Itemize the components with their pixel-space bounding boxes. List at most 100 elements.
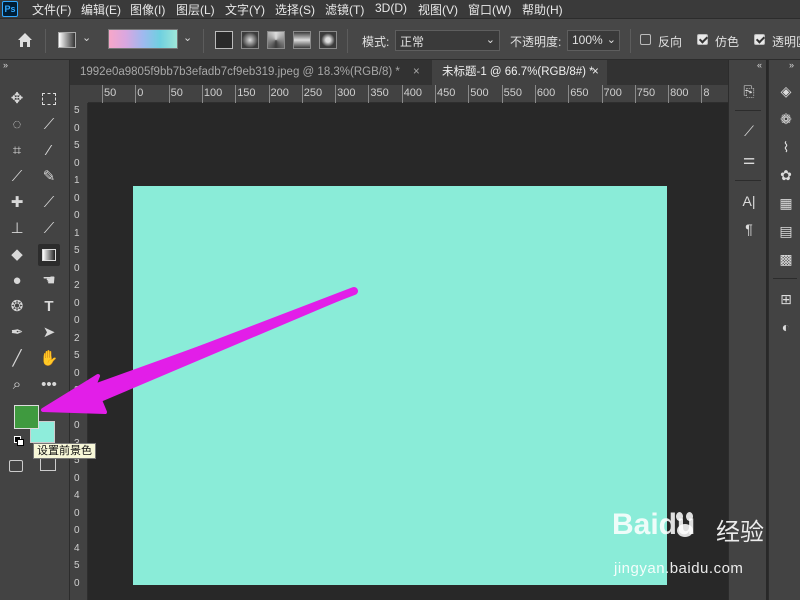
color-icon[interactable]: ❁: [774, 108, 798, 130]
layers-icon[interactable]: ◈: [774, 80, 798, 102]
more-icon[interactable]: •••: [38, 374, 60, 396]
pen-icon[interactable]: ✒: [6, 322, 28, 344]
menu-view[interactable]: 视图(V): [418, 1, 458, 18]
zoom-icon[interactable]: ⌕: [6, 374, 28, 396]
blur-icon[interactable]: ●: [6, 270, 28, 292]
ruler-tick-label: 8: [703, 87, 710, 99]
ruler-tick: [701, 85, 703, 103]
menu-3d[interactable]: 3D(D): [375, 1, 407, 15]
gradient-icon[interactable]: [38, 244, 60, 266]
separator: [735, 180, 761, 181]
menu-window[interactable]: 窗口(W): [468, 1, 511, 18]
default-colors-icon[interactable]: [14, 436, 24, 446]
collapse-icon[interactable]: »: [3, 60, 8, 70]
path-select-icon[interactable]: ➤: [38, 322, 60, 344]
menu-filter[interactable]: 滤镜(T): [325, 1, 364, 18]
adjustments-icon[interactable]: ⚌: [737, 148, 761, 170]
transparency-checkbox[interactable]: [754, 34, 765, 45]
linear-gradient-button[interactable]: [215, 31, 233, 49]
angle-gradient-button[interactable]: [267, 31, 285, 49]
menu-help[interactable]: 帮助(H): [522, 1, 563, 18]
menu-edit[interactable]: 编辑(E): [81, 1, 121, 18]
tab-untitled-document[interactable]: 未标题-1 @ 66.7%(RGB/8#) * ×: [432, 60, 607, 85]
dither-checkbox[interactable]: [697, 34, 708, 45]
chevron-down-icon[interactable]: ⌄: [183, 31, 192, 44]
collapse-icon[interactable]: »: [789, 60, 794, 70]
ruler-tick: [335, 85, 337, 103]
brush-icon[interactable]: ⟋: [6, 166, 28, 188]
paragraph-icon[interactable]: ¶: [737, 218, 761, 240]
tab-jpeg-document[interactable]: 1992e0a9805f9bb7b3efadb7cf9eb319.jpeg @ …: [70, 60, 430, 85]
history-brush-icon[interactable]: ⟋: [38, 218, 60, 240]
ruler-tick-label: 0: [74, 262, 80, 274]
ruler-tick-label: 0: [137, 87, 144, 99]
contrast-icon[interactable]: ◐: [774, 316, 798, 338]
ruler-tick-label: 450: [437, 87, 456, 99]
magic-wand-icon[interactable]: ⟋: [38, 114, 60, 136]
pencil-icon[interactable]: ✎: [38, 166, 60, 188]
eraser-icon[interactable]: ◆: [6, 244, 28, 266]
libraries-icon[interactable]: ⊞: [774, 288, 798, 310]
close-icon[interactable]: ×: [413, 60, 420, 85]
reverse-checkbox[interactable]: [640, 34, 651, 45]
stamp-icon[interactable]: ⊥: [6, 218, 28, 240]
patterns-icon[interactable]: ▩: [774, 248, 798, 270]
mode-value: 正常: [400, 35, 425, 49]
menu-select[interactable]: 选择(S): [275, 1, 315, 18]
home-icon[interactable]: [16, 31, 34, 49]
chevron-down-icon[interactable]: ⌄: [82, 31, 91, 44]
document-tab-bar: « 1992e0a9805f9bb7b3efadb7cf9eb319.jpeg …: [4, 60, 728, 85]
quick-mask-icon[interactable]: [9, 460, 23, 472]
ruler-tick-label: 0: [74, 315, 80, 326]
ruler-tick-label: 50: [170, 87, 183, 99]
smudge-icon[interactable]: ☚: [38, 270, 60, 292]
menu-type[interactable]: 文字(Y): [225, 1, 265, 18]
horizontal-ruler[interactable]: 50 0 50 100 150 200 250 300 350 400 450 500 550 600 65…: [88, 85, 728, 103]
ruler-tick-label: 0: [74, 157, 80, 169]
separator: [735, 110, 761, 111]
healing-icon[interactable]: ✚: [6, 192, 28, 214]
brush-settings-icon[interactable]: ⟋: [737, 120, 761, 142]
dodge-icon[interactable]: ❂: [6, 296, 28, 318]
gradient-swatch[interactable]: [108, 29, 178, 49]
hand-icon[interactable]: ✋: [38, 348, 60, 370]
document-canvas[interactable]: [133, 186, 667, 585]
radial-gradient-button[interactable]: [241, 31, 259, 49]
menu-layer[interactable]: 图层(L): [176, 1, 215, 18]
lasso-icon[interactable]: ◌: [6, 114, 28, 136]
reflected-gradient-button[interactable]: [293, 31, 311, 49]
ruler-tick: [468, 85, 470, 103]
gradients-icon[interactable]: ▤: [774, 220, 798, 242]
type-icon[interactable]: T: [38, 296, 60, 318]
grid-icon[interactable]: ▦: [774, 192, 798, 214]
move-icon[interactable]: ✥: [6, 88, 28, 110]
ruler-tick-label: 400: [403, 87, 423, 99]
character-icon[interactable]: A|: [737, 190, 761, 212]
collapse-icon[interactable]: «: [757, 60, 762, 70]
transparency-label: 透明区: [772, 35, 800, 49]
menu-file[interactable]: 文件(F): [32, 1, 71, 18]
paths-icon[interactable]: ⌇: [774, 136, 798, 158]
line-icon[interactable]: ╱: [6, 348, 28, 370]
ruler-tick-label: 250: [303, 87, 323, 99]
ruler-tick-label: 800: [670, 87, 689, 99]
brush-alt-icon[interactable]: ⟋: [38, 192, 60, 214]
close-icon[interactable]: ×: [592, 60, 599, 85]
mode-select[interactable]: 正常 ⌄: [395, 30, 500, 51]
marquee-icon[interactable]: [38, 88, 60, 110]
diamond-gradient-button[interactable]: [319, 31, 337, 49]
tool-preset-icon[interactable]: [58, 32, 76, 48]
vertical-ruler[interactable]: 5050100150200250300350400450: [70, 103, 88, 600]
opacity-input[interactable]: 100% ⌄: [567, 30, 620, 51]
crop-icon[interactable]: ⌗: [6, 140, 28, 162]
ruler-corner: [70, 85, 88, 103]
swatches-icon[interactable]: ✿: [774, 164, 798, 186]
screen-mode-icon[interactable]: [40, 458, 56, 471]
menu-image[interactable]: 图像(I): [130, 1, 165, 18]
dither-label: 仿色: [715, 35, 740, 49]
history-icon[interactable]: ⎘: [737, 80, 761, 102]
foreground-color-swatch[interactable]: [14, 405, 39, 429]
ruler-tick-label: 300: [337, 87, 356, 99]
ruler-tick-label: 0: [74, 402, 80, 414]
eyedropper-icon[interactable]: ⁄: [38, 140, 60, 162]
